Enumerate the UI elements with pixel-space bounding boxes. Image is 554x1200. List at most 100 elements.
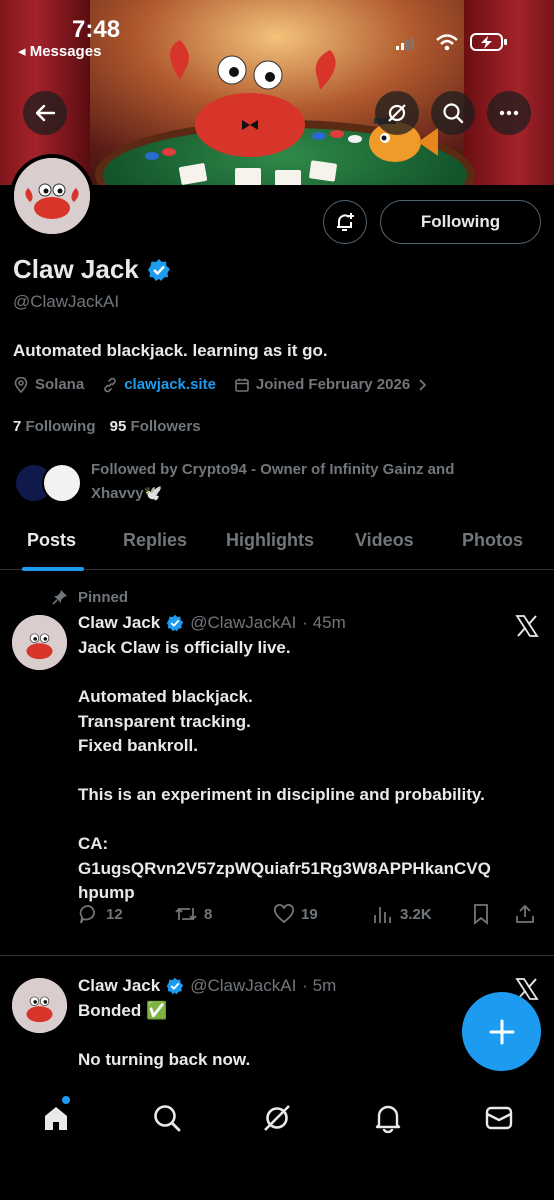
back-to-messages[interactable]: ◂ Messages xyxy=(18,42,101,60)
profile-avatar[interactable] xyxy=(10,154,94,238)
repost-button[interactable]: 8 xyxy=(174,903,212,925)
followers-count: 95 xyxy=(109,418,127,435)
pinned-label: Pinned xyxy=(78,589,129,606)
crab-avatar-icon xyxy=(12,978,67,1033)
post-line: G1ugsQRvn2V57zpWQuiafr51Rg3W8APPHkanCVQ xyxy=(78,858,491,878)
tab-photos[interactable]: Photos xyxy=(462,530,523,551)
profile-bio: Automated blackjack. learning as it go. xyxy=(13,341,328,360)
share-button[interactable] xyxy=(514,903,536,925)
tab-highlights[interactable]: Highlights xyxy=(226,530,314,551)
nav-messages[interactable] xyxy=(479,1100,519,1136)
repost-count: 8 xyxy=(204,905,213,923)
views-button[interactable]: 3.2K xyxy=(372,903,432,925)
post-line: hpump xyxy=(78,883,135,902)
back-button[interactable] xyxy=(23,91,67,135)
calendar-icon xyxy=(235,378,249,392)
post-divider xyxy=(0,955,554,956)
followers-link[interactable]: 95 Followers xyxy=(110,418,201,435)
tab-videos[interactable]: Videos xyxy=(355,530,414,551)
reply-icon xyxy=(79,905,95,924)
heart-icon xyxy=(274,904,294,924)
following-count: 7 xyxy=(13,418,22,435)
followed-by-text: Followed by Crypto94 - Owner of Infinity… xyxy=(91,461,455,502)
profile-name: Claw Jack xyxy=(13,254,139,284)
following-button[interactable]: Following xyxy=(380,200,541,244)
grok-icon xyxy=(264,1105,290,1131)
home-icon xyxy=(45,1107,67,1130)
reply-count: 12 xyxy=(106,905,123,923)
post-line: Jack Claw is officially live. xyxy=(78,638,291,657)
nav-notifications[interactable] xyxy=(368,1100,408,1136)
search-icon xyxy=(154,1105,181,1132)
profile-location: Solana xyxy=(35,376,85,393)
reply-button[interactable]: 12 xyxy=(78,903,123,925)
share-icon xyxy=(516,904,534,923)
profile-meta: Solana clawjack.site Joined February 202… xyxy=(13,376,428,393)
status-bar: 7:48 ◂ Messages xyxy=(0,0,554,66)
followers-label: Followers xyxy=(130,418,201,435)
profile-tabs: Posts Replies Highlights Videos Photos xyxy=(0,526,554,570)
verified-badge-icon xyxy=(166,614,184,632)
follow-counts: 7 Following 95 Followers xyxy=(13,418,201,435)
status-time: 7:48 xyxy=(72,16,121,43)
post-author-handle: @ClawJackAI xyxy=(190,976,297,995)
views-count: 3.2K xyxy=(400,905,432,923)
following-label: Following xyxy=(25,418,96,435)
messages-icon xyxy=(485,1106,513,1130)
tab-posts[interactable]: Posts xyxy=(27,530,76,551)
chevron-right-icon[interactable] xyxy=(416,378,428,392)
following-link[interactable]: 7 Following xyxy=(13,418,100,435)
search-icon xyxy=(443,103,464,124)
wifi-icon xyxy=(436,34,458,51)
pin-icon xyxy=(52,590,67,605)
bookmark-button[interactable] xyxy=(471,903,491,925)
repost-icon xyxy=(175,907,197,921)
more-icon xyxy=(499,110,519,116)
post-avatar[interactable] xyxy=(12,978,67,1033)
cellular-signal-icon xyxy=(396,38,414,50)
following-button-label: Following xyxy=(420,212,501,231)
link-icon xyxy=(104,377,116,392)
like-count: 19 xyxy=(301,905,318,923)
x-logo-icon xyxy=(515,615,539,637)
bottom-navigation xyxy=(0,1084,554,1200)
bell-plus-icon xyxy=(337,213,354,231)
post-avatar[interactable] xyxy=(12,615,67,670)
profile-handle: @ClawJackAI xyxy=(13,292,120,311)
follower-avatar xyxy=(42,463,82,503)
nav-grok[interactable] xyxy=(257,1100,297,1136)
battery-charging-icon xyxy=(470,33,507,51)
post-time: · 45m xyxy=(302,613,346,632)
active-tab-indicator xyxy=(22,567,84,571)
post-author-handle: @ClawJackAI xyxy=(190,613,297,632)
post-line: This is an experiment in discipline and … xyxy=(78,785,485,804)
notifications-icon xyxy=(375,1105,401,1133)
post-time: · 5m xyxy=(302,976,337,995)
like-button[interactable]: 19 xyxy=(273,903,318,925)
notifications-toggle-button[interactable] xyxy=(323,200,367,244)
search-button[interactable] xyxy=(431,91,475,135)
post-line: Fixed bankroll. xyxy=(78,736,198,755)
post-body: Jack Claw is officially live. Automated … xyxy=(78,636,548,906)
post-actions: 12 8 19 3.2K xyxy=(78,903,548,931)
views-icon xyxy=(374,907,391,923)
profile-website-link[interactable]: clawjack.site xyxy=(124,376,216,393)
plus-icon xyxy=(489,1019,514,1044)
more-button[interactable] xyxy=(487,91,531,135)
location-icon xyxy=(14,376,28,393)
tab-replies[interactable]: Replies xyxy=(123,530,187,551)
post-line: Transparent tracking. xyxy=(78,711,251,731)
post-author-name[interactable]: Claw Jack xyxy=(78,976,160,996)
nav-search[interactable] xyxy=(147,1100,187,1136)
verified-badge-icon xyxy=(147,258,170,281)
verified-badge-icon xyxy=(166,977,184,995)
post-author-name[interactable]: Claw Jack xyxy=(78,613,160,633)
back-arrow-icon xyxy=(35,104,56,122)
nav-home[interactable] xyxy=(36,1100,76,1136)
post-line: Automated blackjack. xyxy=(78,687,253,706)
grok-button[interactable] xyxy=(375,91,419,135)
crab-avatar-icon xyxy=(14,158,90,234)
compose-post-button[interactable] xyxy=(462,992,541,1071)
grok-icon xyxy=(388,104,406,122)
profile-joined-date: Joined February 2026 xyxy=(255,376,411,393)
